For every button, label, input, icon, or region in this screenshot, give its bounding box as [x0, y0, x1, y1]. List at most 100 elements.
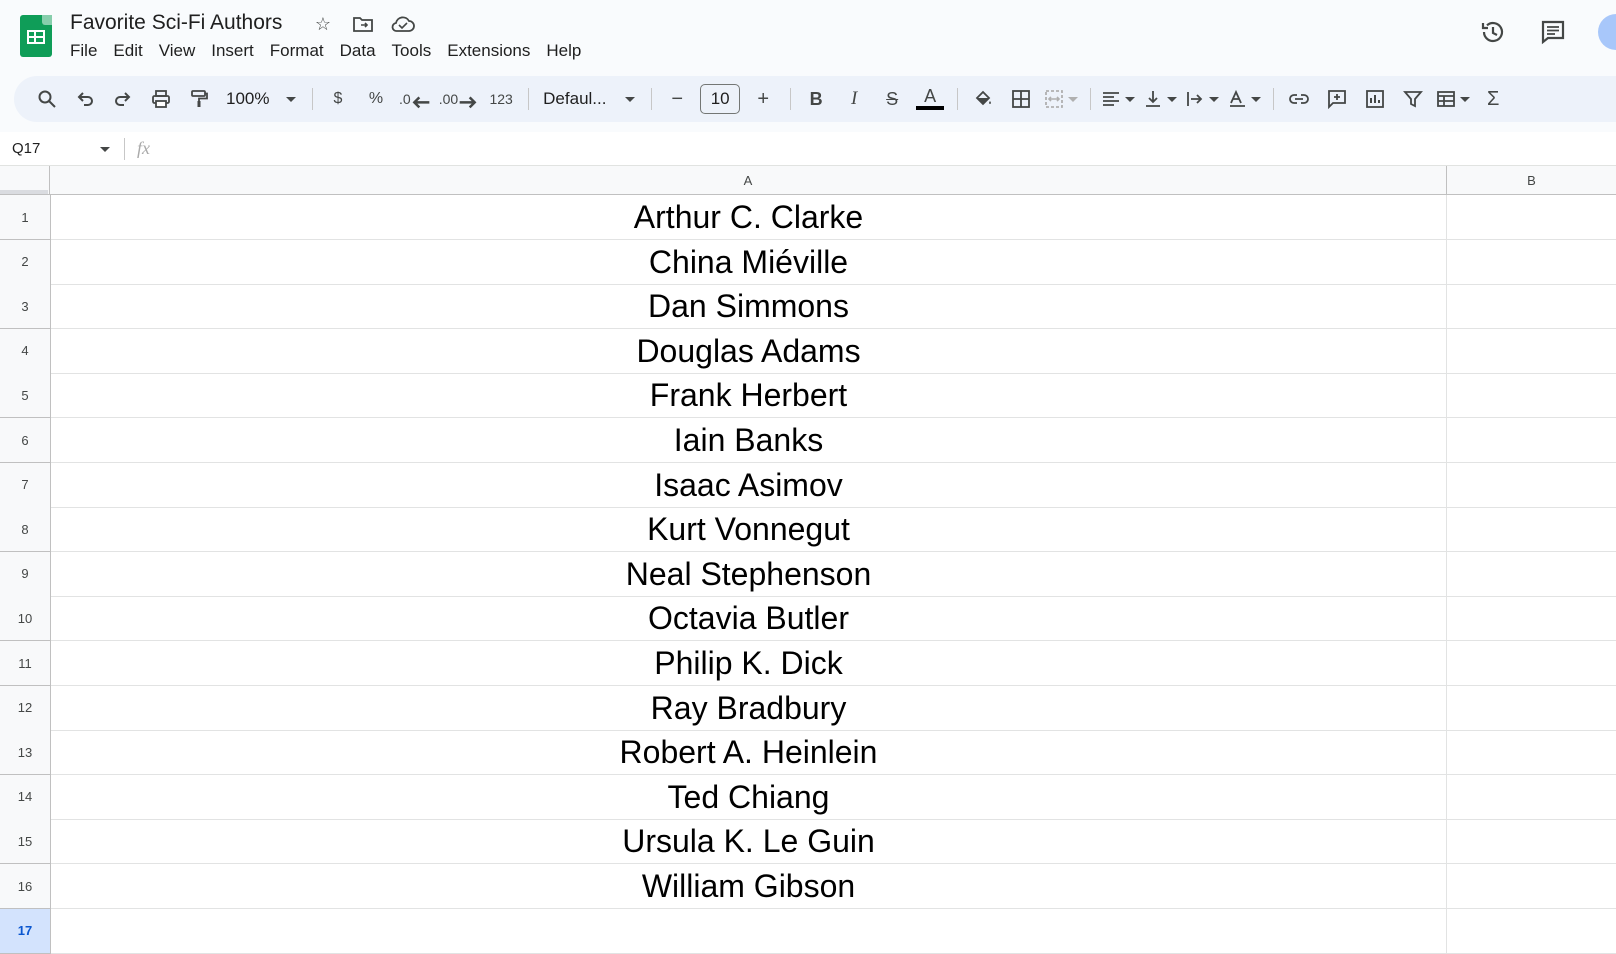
redo-icon[interactable] [108, 83, 138, 115]
cell-b[interactable] [1447, 641, 1616, 686]
comments-icon[interactable] [1538, 17, 1568, 47]
italic-button[interactable]: I [839, 83, 869, 115]
bold-button[interactable]: B [801, 83, 831, 115]
menu-insert[interactable]: Insert [203, 40, 262, 62]
menu-format[interactable]: Format [262, 40, 332, 62]
decrease-decimal-button[interactable]: .0 [399, 83, 431, 115]
cell-a[interactable]: China Miéville [51, 239, 1447, 285]
percent-format-button[interactable]: % [361, 83, 391, 115]
row-header[interactable]: 12 [0, 685, 51, 731]
borders-icon[interactable] [1006, 83, 1036, 115]
search-menus-icon[interactable] [32, 83, 62, 115]
row-header[interactable]: 9 [0, 551, 51, 597]
paint-format-icon[interactable] [184, 83, 214, 115]
increase-font-size-button[interactable]: + [748, 83, 778, 115]
filter-icon[interactable] [1398, 83, 1428, 115]
row-header[interactable]: 15 [0, 819, 51, 865]
cell-a[interactable]: Ursula K. Le Guin [51, 819, 1447, 865]
cell-b[interactable] [1447, 329, 1616, 374]
cell-a[interactable]: Ted Chiang [51, 774, 1447, 820]
cell-b[interactable] [1447, 507, 1616, 553]
cell-b[interactable] [1447, 864, 1616, 909]
cell-b[interactable] [1447, 686, 1616, 731]
font-size-input[interactable]: 10 [700, 84, 741, 114]
undo-icon[interactable] [70, 83, 100, 115]
menu-extensions[interactable]: Extensions [439, 40, 538, 62]
zoom-select[interactable]: 100% [222, 83, 300, 115]
cell-a[interactable]: Kurt Vonnegut [51, 507, 1447, 553]
sheets-logo-icon[interactable] [20, 15, 52, 57]
text-rotation-icon[interactable] [1227, 83, 1262, 115]
row-header[interactable]: 1 [0, 195, 51, 240]
menu-view[interactable]: View [151, 40, 204, 62]
menu-file[interactable]: File [62, 40, 105, 62]
menu-edit[interactable]: Edit [105, 40, 150, 62]
menu-tools[interactable]: Tools [384, 40, 440, 62]
row-header[interactable]: 8 [0, 507, 51, 553]
row-header[interactable]: 3 [0, 284, 51, 330]
cell-a[interactable]: Isaac Asimov [51, 462, 1447, 508]
row-header[interactable]: 4 [0, 328, 51, 374]
print-icon[interactable] [146, 83, 176, 115]
cell-b[interactable] [1447, 240, 1616, 285]
cell-a[interactable]: Neal Stephenson [51, 551, 1447, 597]
name-box[interactable]: Q17 [12, 140, 40, 157]
more-formats-button[interactable]: 123 [486, 83, 516, 115]
insert-comment-icon[interactable] [1322, 83, 1352, 115]
cell-a[interactable]: Frank Herbert [51, 373, 1447, 419]
cell-b[interactable] [1447, 596, 1616, 642]
chevron-down-icon[interactable] [100, 147, 110, 152]
row-header[interactable]: 11 [0, 641, 51, 686]
cell-b[interactable] [1447, 373, 1616, 419]
insert-chart-icon[interactable] [1360, 83, 1390, 115]
document-title[interactable]: Favorite Sci-Fi Authors [70, 11, 282, 35]
currency-format-button[interactable]: $ [323, 83, 353, 115]
cell-b[interactable] [1447, 552, 1616, 597]
row-header[interactable]: 10 [0, 596, 51, 642]
cell-b[interactable] [1447, 909, 1616, 954]
text-wrapping-icon[interactable] [1185, 83, 1220, 115]
spreadsheet-grid[interactable]: A B 1 Arthur C. Clarke 2 China Miéville 3 Dan… [0, 166, 1616, 954]
cell-b[interactable] [1447, 418, 1616, 463]
cell-a[interactable]: Robert A. Heinlein [51, 730, 1447, 776]
insert-link-icon[interactable] [1284, 83, 1314, 115]
row-header[interactable]: 7 [0, 462, 51, 508]
cell-a[interactable]: Arthur C. Clarke [51, 195, 1447, 240]
cell-b[interactable] [1447, 730, 1616, 776]
table-view-icon[interactable] [1436, 83, 1471, 115]
column-header-a[interactable]: A [50, 166, 1447, 195]
row-header[interactable]: 14 [0, 774, 51, 820]
menu-help[interactable]: Help [538, 40, 589, 62]
decrease-font-size-button[interactable]: − [662, 83, 692, 115]
text-color-button[interactable]: A [915, 83, 945, 115]
row-header[interactable]: 2 [0, 239, 51, 285]
horizontal-align-icon[interactable] [1101, 83, 1136, 115]
cloud-saved-icon[interactable] [390, 12, 416, 36]
cell-a[interactable]: Douglas Adams [51, 328, 1447, 374]
row-header[interactable]: 5 [0, 373, 51, 419]
star-icon[interactable]: ☆ [310, 12, 336, 36]
row-header[interactable]: 6 [0, 418, 51, 463]
cell-b[interactable] [1447, 819, 1616, 865]
column-header-b[interactable]: B [1447, 166, 1616, 195]
cell-b[interactable] [1447, 195, 1616, 240]
row-header[interactable]: 17 [0, 908, 51, 954]
strikethrough-button[interactable]: S [877, 83, 907, 115]
row-header[interactable]: 16 [0, 864, 51, 909]
fill-color-icon[interactable] [968, 83, 998, 115]
cell-b[interactable] [1447, 775, 1616, 820]
cell-a[interactable]: Iain Banks [51, 418, 1447, 463]
cell-a[interactable]: Octavia Butler [51, 596, 1447, 642]
cell-a[interactable]: Philip K. Dick [51, 641, 1447, 686]
select-all-corner[interactable] [0, 166, 50, 195]
row-header[interactable]: 13 [0, 730, 51, 776]
cell-b[interactable] [1447, 284, 1616, 330]
version-history-icon[interactable] [1478, 17, 1508, 47]
vertical-align-icon[interactable] [1143, 83, 1178, 115]
cell-a[interactable]: Dan Simmons [51, 284, 1447, 330]
cell-a[interactable]: William Gibson [51, 864, 1447, 909]
cell-b[interactable] [1447, 463, 1616, 508]
avatar[interactable] [1598, 14, 1616, 50]
increase-decimal-button[interactable]: .00 [439, 83, 478, 115]
menu-data[interactable]: Data [332, 40, 384, 62]
